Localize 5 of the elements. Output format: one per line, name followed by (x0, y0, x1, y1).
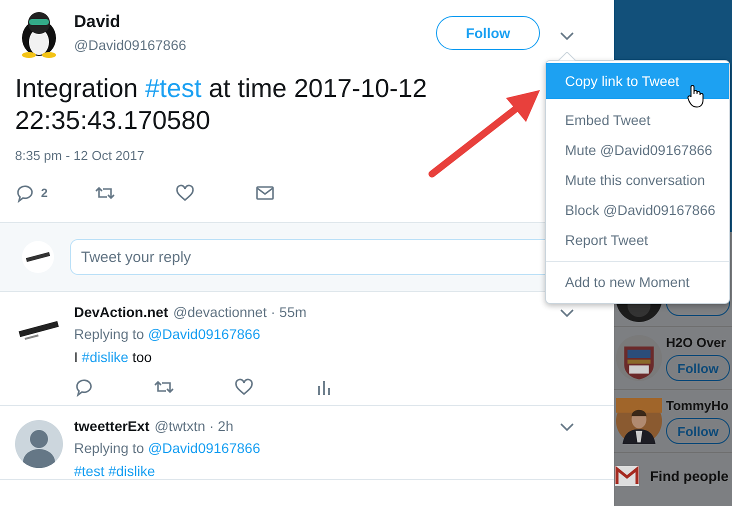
reply-text: I #dislike too (74, 349, 153, 365)
reply-count: 2 (41, 186, 48, 200)
tweet-text: Integration #test at time 2017-10-12 22:35:43.170580 (14, 72, 428, 136)
replying-to-text: Replying to @David09167866 (74, 326, 262, 342)
replying-to-text: Replying to @David09167866 (74, 440, 262, 456)
